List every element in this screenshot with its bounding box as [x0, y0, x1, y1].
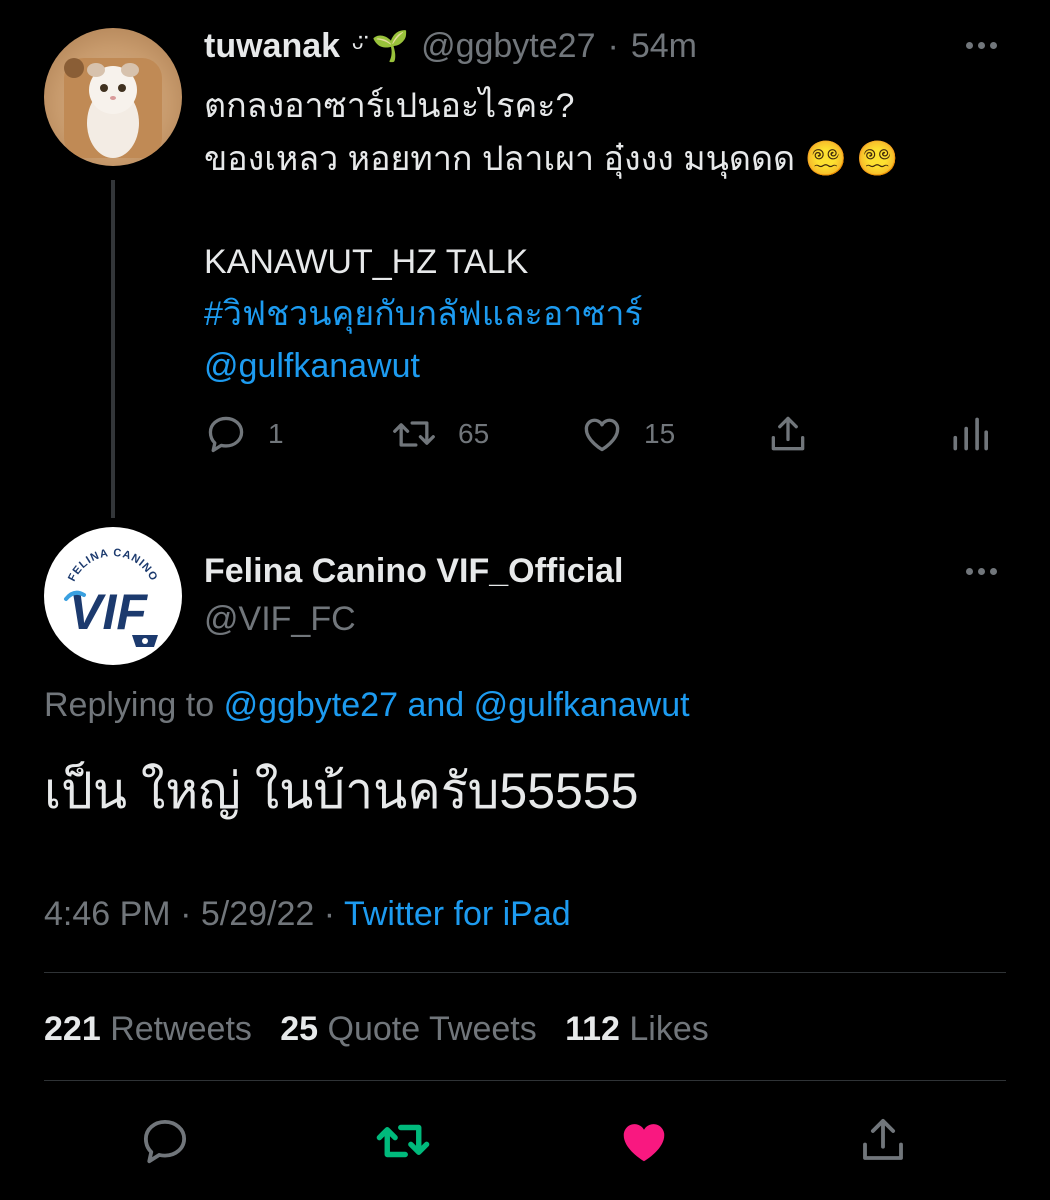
tweet-stats: 221 Retweets 25 Quote Tweets 112 Likes [44, 1010, 709, 1049]
mention-link[interactable]: @gulfkanawut [204, 340, 420, 392]
parent-line-3: KANAWUT_HZ TALK [204, 243, 529, 281]
tweet-meta: 4:46 PM · 5/29/22 · Twitter for iPad [44, 895, 571, 934]
reply-button[interactable] [138, 1114, 192, 1173]
tweet-time[interactable]: 4:46 PM [44, 895, 171, 933]
heart-filled-icon [623, 1124, 665, 1162]
share-icon [863, 1118, 903, 1160]
retweets-stat[interactable]: 221 Retweets [44, 1010, 252, 1048]
parent-timestamp[interactable]: 54m [631, 27, 697, 66]
retweet-button[interactable] [372, 1114, 434, 1173]
retweet-count: 65 [458, 418, 490, 449]
avatar-vif-logo[interactable]: FELINA CANINO VIF [44, 527, 182, 665]
like-button[interactable] [616, 1114, 672, 1173]
divider-bottom [44, 1080, 1006, 1081]
retweet-action[interactable]: 65 [390, 412, 489, 456]
hashtag-link[interactable]: #วิฟชวนคุยกับกลัฟและอาซาร์ [204, 288, 643, 340]
reply-count: 1 [268, 418, 284, 449]
share-action[interactable] [766, 412, 810, 456]
tweet-source-link[interactable]: Twitter for iPad [344, 895, 571, 933]
reply-action[interactable]: 1 [204, 412, 284, 456]
like-count: 15 [644, 418, 676, 449]
share-button[interactable] [856, 1112, 910, 1173]
parent-line-2: ของเหลว หอยทาก ปลาเผา อุ๋งงง มนุดดด 😵‍💫 … [204, 140, 899, 178]
heart-icon [584, 418, 620, 452]
dot-separator: · [607, 26, 619, 65]
cat-photo-icon [64, 58, 162, 158]
reply-icon [143, 1119, 187, 1164]
tweet-date[interactable]: 5/29/22 [201, 895, 314, 933]
replying-and: and [407, 686, 465, 724]
thread-connector-line [111, 180, 115, 518]
parent-tweet-header: tuwanak ᵕ̈ 🌱 @ggbyte27 · 54m [204, 22, 697, 70]
analytics-icon [953, 417, 988, 451]
parent-line-1: ตกลงอาซาร์เปนอะไรคะ? [204, 87, 575, 125]
meta-dot-2: · [323, 895, 336, 933]
replying-to-line: Replying to @ggbyte27 and @gulfkanawut [44, 686, 690, 725]
like-action[interactable]: 15 [580, 412, 675, 456]
replying-user-gulfkanawut[interactable]: @gulfkanawut [474, 686, 690, 724]
analytics-action[interactable] [948, 412, 988, 456]
divider-top [44, 972, 1006, 973]
name-emoji: ᵕ̈ 🌱 [352, 29, 410, 63]
reply-more-options-icon[interactable] [966, 568, 997, 575]
parent-display-name[interactable]: tuwanak [204, 27, 340, 66]
retweet-icon [376, 1124, 430, 1158]
quote-tweets-stat[interactable]: 25 Quote Tweets [280, 1010, 536, 1048]
reply-handle[interactable]: @VIF_FC [204, 600, 356, 639]
replying-user-ggbyte27[interactable]: @ggbyte27 [224, 686, 398, 724]
replying-prefix: Replying to [44, 686, 215, 724]
likes-stat[interactable]: 112 Likes [565, 1010, 709, 1048]
parent-handle[interactable]: @ggbyte27 [421, 27, 595, 66]
vif-logo-icon: FELINA CANINO VIF [64, 547, 160, 647]
reply-icon [208, 416, 244, 453]
retweet-icon [393, 421, 435, 447]
reply-body-text: เป็น ใหญ่ ในบ้านครับ55555 [44, 763, 639, 819]
logo-arc-text: FELINA CANINO [66, 547, 159, 583]
avatar-tuwanak[interactable] [44, 28, 182, 166]
share-icon [771, 416, 805, 451]
svg-text:FELINA CANINO: FELINA CANINO [66, 547, 160, 583]
meta-dot-1: · [180, 895, 192, 933]
parent-more-options-icon[interactable] [966, 42, 997, 49]
reply-display-name[interactable]: Felina Canino VIF_Official [204, 552, 623, 591]
